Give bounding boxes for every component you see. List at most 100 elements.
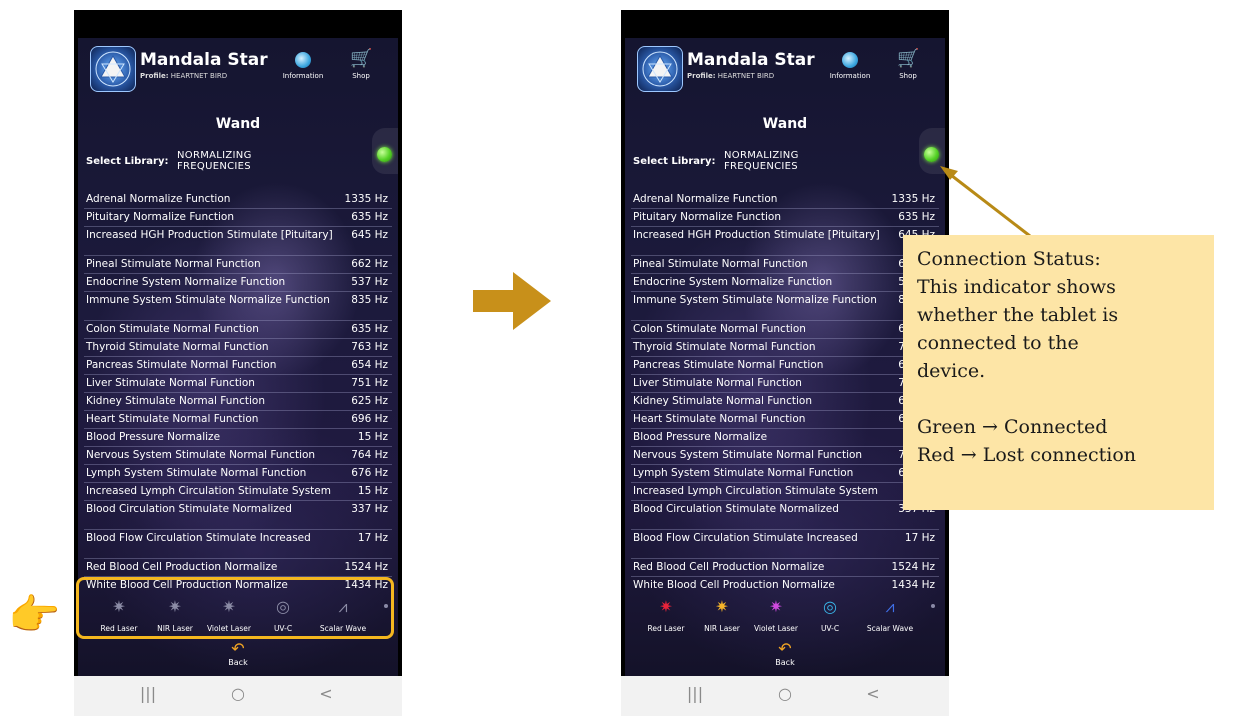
frequency-row[interactable]: Kidney Stimulate Normal Function 625 Hz — [84, 393, 392, 411]
back-button[interactable]: ↶ Back — [625, 640, 945, 668]
home-button[interactable]: ○ — [218, 684, 258, 703]
information-button[interactable]: Information — [823, 48, 877, 80]
shop-button[interactable]: 🛒 Shop — [334, 48, 388, 80]
frequency-row[interactable]: Immune System Stimulate Normalize Functi… — [631, 292, 939, 321]
frequency-row[interactable]: Blood Flow Circulation Stimulate Increas… — [631, 530, 939, 559]
frequency-row[interactable]: Adrenal Normalize Function 1335 Hz — [631, 191, 939, 209]
frequency-list[interactable]: Adrenal Normalize Function 1335 Hz Pituita… — [631, 191, 939, 588]
frequency-row[interactable]: Thyroid Stimulate Normal Function763 Hz — [631, 339, 939, 357]
tool-nir-laser-button[interactable]: ✷ NIR Laser — [693, 596, 751, 633]
frequency-hz: 1524 Hz — [891, 561, 935, 573]
frequency-name: Immune System Stimulate Normalize Functi… — [633, 294, 877, 306]
frequency-hz: 625 Hz — [351, 395, 388, 407]
uvc-icon: ◎ — [823, 597, 837, 616]
profile-line: Profile: HEARTNET BIRD — [687, 72, 774, 80]
information-icon — [842, 52, 858, 68]
frequency-row[interactable]: Lymph System Stimulate Normal Function67… — [631, 465, 939, 483]
cart-icon: 🛒 — [350, 48, 373, 69]
frequency-row[interactable]: Liver Stimulate Normal Function751 Hz — [84, 375, 392, 393]
frequency-row[interactable]: Endocrine System Normalize Function537 H… — [84, 274, 392, 292]
frequency-row[interactable]: Endocrine System Normalize Function537 H… — [631, 274, 939, 292]
library-select[interactable]: NORMALIZING FREQUENCIES — [177, 150, 287, 172]
recent-apps-button[interactable]: ||| — [675, 684, 715, 703]
frequency-hz: 654 Hz — [351, 359, 388, 371]
frequency-list[interactable]: Adrenal Normalize Function 1335 Hz Pituita… — [84, 191, 392, 588]
frequency-row[interactable]: Colon Stimulate Normal Function635 Hz — [631, 321, 939, 339]
frequency-hz: 676 Hz — [351, 467, 388, 479]
frequency-row[interactable]: Pituitary Normalize Function 635 Hz — [84, 209, 392, 227]
red-laser-icon: ✷ — [659, 597, 673, 616]
frequency-row[interactable]: Blood Pressure Normalize15 Hz — [631, 429, 939, 447]
frequency-hz: 1434 Hz — [891, 579, 935, 589]
scroll-dot — [931, 604, 935, 608]
system-back-button[interactable]: < — [306, 684, 346, 703]
frequency-row[interactable]: Pancreas Stimulate Normal Function654 Hz — [631, 357, 939, 375]
back-button[interactable]: ↶ Back — [78, 640, 398, 668]
callout-red-line: Red → Lost connection — [917, 444, 1137, 466]
frequency-row[interactable]: Nervous System Stimulate Normal Function… — [84, 447, 392, 465]
callout-green-line: Green → Connected — [917, 416, 1108, 438]
frequency-row[interactable]: Blood Pressure Normalize15 Hz — [84, 429, 392, 447]
frequency-row[interactable]: Increased HGH Production Stimulate [Pitu… — [631, 227, 939, 256]
information-icon — [295, 52, 311, 68]
information-button[interactable]: Information — [276, 48, 330, 80]
frequency-row[interactable]: Thyroid Stimulate Normal Function763 Hz — [84, 339, 392, 357]
phone-right: Mandala Star Profile: HEARTNET BIRD Info… — [621, 10, 949, 716]
frequency-hz: 635 Hz — [351, 323, 388, 335]
frequency-name: Liver Stimulate Normal Function — [633, 377, 802, 389]
frequency-row[interactable]: White Blood Cell Production Normalize 143… — [631, 577, 939, 589]
frequency-row[interactable]: Blood Circulation Stimulate Normalized33… — [84, 501, 392, 530]
frequency-row[interactable]: Pineal Stimulate Normal Function662 Hz — [84, 256, 392, 274]
frequency-name: Pancreas Stimulate Normal Function — [633, 359, 824, 371]
frequency-row[interactable]: Pituitary Normalize Function 635 Hz — [631, 209, 939, 227]
frequency-row[interactable]: Liver Stimulate Normal Function751 Hz — [631, 375, 939, 393]
frequency-row[interactable]: Blood Circulation Stimulate Normalized33… — [631, 501, 939, 530]
frequency-row[interactable]: Lymph System Stimulate Normal Function67… — [84, 465, 392, 483]
callout-line: Connection Status: — [917, 248, 1101, 270]
frequency-name: Pineal Stimulate Normal Function — [633, 258, 808, 270]
frequency-row[interactable]: Pancreas Stimulate Normal Function654 Hz — [84, 357, 392, 375]
recent-apps-button[interactable]: ||| — [128, 684, 168, 703]
frequency-row[interactable]: Heart Stimulate Normal Function696 Hz — [631, 411, 939, 429]
frequency-name: Immune System Stimulate Normalize Functi… — [86, 294, 330, 306]
frequency-row[interactable]: Heart Stimulate Normal Function696 Hz — [84, 411, 392, 429]
frequency-row[interactable]: Kidney Stimulate Normal Function625 Hz — [631, 393, 939, 411]
violet-laser-icon: ✷ — [769, 597, 783, 616]
frequency-hz: 17 Hz — [357, 532, 388, 544]
frequency-hz: 645 Hz — [351, 229, 388, 241]
frequency-hz: 751 Hz — [351, 377, 388, 389]
frequency-hz: 1335 Hz — [344, 193, 388, 205]
app-title: Mandala Star — [687, 50, 815, 70]
frequency-row[interactable]: Nervous System Stimulate Normal Function… — [631, 447, 939, 465]
frequency-name: Blood Pressure Normalize — [86, 431, 221, 443]
system-nav-bar: ||| ○ < — [74, 676, 402, 716]
library-label: Select Library: — [633, 156, 716, 167]
frequency-row[interactable]: Increased Lymph Circulation Stimulate Sy… — [631, 483, 939, 501]
frequency-name: Kidney Stimulate Normal Function — [86, 395, 265, 407]
information-label: Information — [282, 72, 324, 80]
tool-uvc-button[interactable]: ◎ UV-C — [801, 596, 859, 633]
tool-red-laser-button[interactable]: ✷ Red Laser — [637, 596, 695, 633]
home-button[interactable]: ○ — [765, 684, 805, 703]
frequency-row[interactable]: Blood Flow Circulation Stimulate Increas… — [84, 530, 392, 559]
tool-label: UV-C — [820, 624, 840, 633]
page-title: Wand — [762, 116, 808, 132]
profile-line: Profile: HEARTNET BIRD — [140, 72, 227, 80]
frequency-hz: 15 Hz — [357, 485, 388, 497]
frequency-row[interactable]: Adrenal Normalize Function 1335 Hz — [84, 191, 392, 209]
frequency-row[interactable]: Red Blood Cell Production Normalize 1524 … — [84, 559, 392, 577]
tool-scalar-wave-button[interactable]: ⩘ Scalar Wave — [861, 596, 919, 633]
frequency-hz: 835 Hz — [351, 294, 388, 306]
frequency-row[interactable]: Red Blood Cell Production Normalize 1524 … — [631, 559, 939, 577]
library-select[interactable]: NORMALIZING FREQUENCIES — [724, 150, 834, 172]
frequency-row[interactable]: Increased HGH Production Stimulate [Pitu… — [84, 227, 392, 256]
tool-violet-laser-button[interactable]: ✷ Violet Laser — [747, 596, 805, 633]
frequency-hz: 1524 Hz — [344, 561, 388, 573]
frequency-row[interactable]: Increased Lymph Circulation Stimulate Sy… — [84, 483, 392, 501]
callout-line: whether the tablet is — [917, 304, 1119, 326]
system-back-button[interactable]: < — [853, 684, 893, 703]
frequency-row[interactable]: Colon Stimulate Normal Function635 Hz — [84, 321, 392, 339]
frequency-row[interactable]: Pineal Stimulate Normal Function662 Hz — [631, 256, 939, 274]
shop-button[interactable]: 🛒 Shop — [881, 48, 935, 80]
frequency-row[interactable]: Immune System Stimulate Normalize Functi… — [84, 292, 392, 321]
